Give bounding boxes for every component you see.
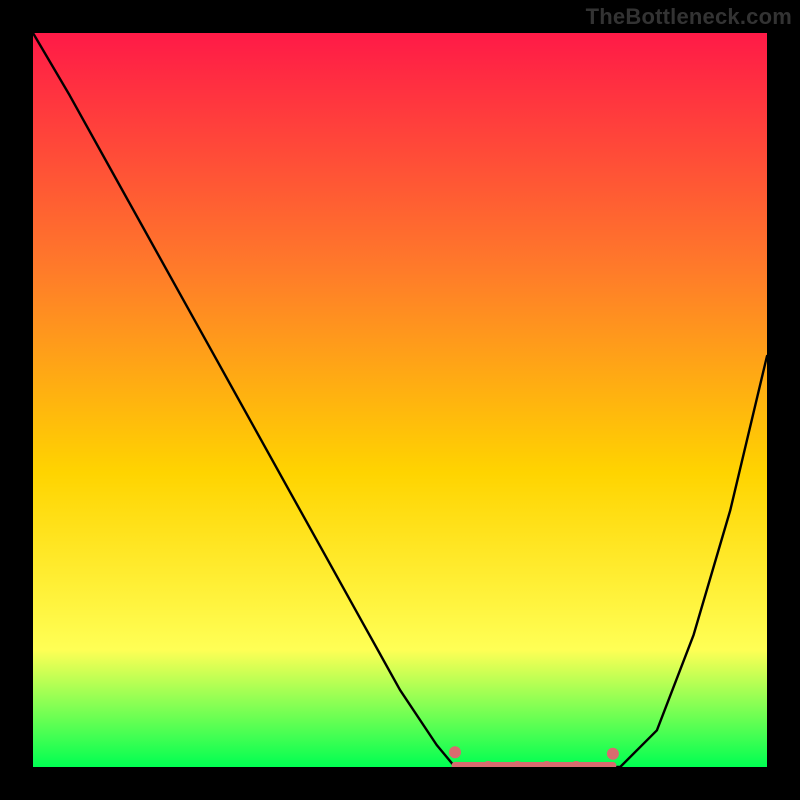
- chart-frame: TheBottleneck.com: [0, 0, 800, 800]
- bottleneck-chart-svg: [33, 33, 767, 767]
- plot-area: [33, 33, 767, 767]
- watermark-text: TheBottleneck.com: [586, 4, 792, 30]
- gradient-background: [33, 33, 767, 767]
